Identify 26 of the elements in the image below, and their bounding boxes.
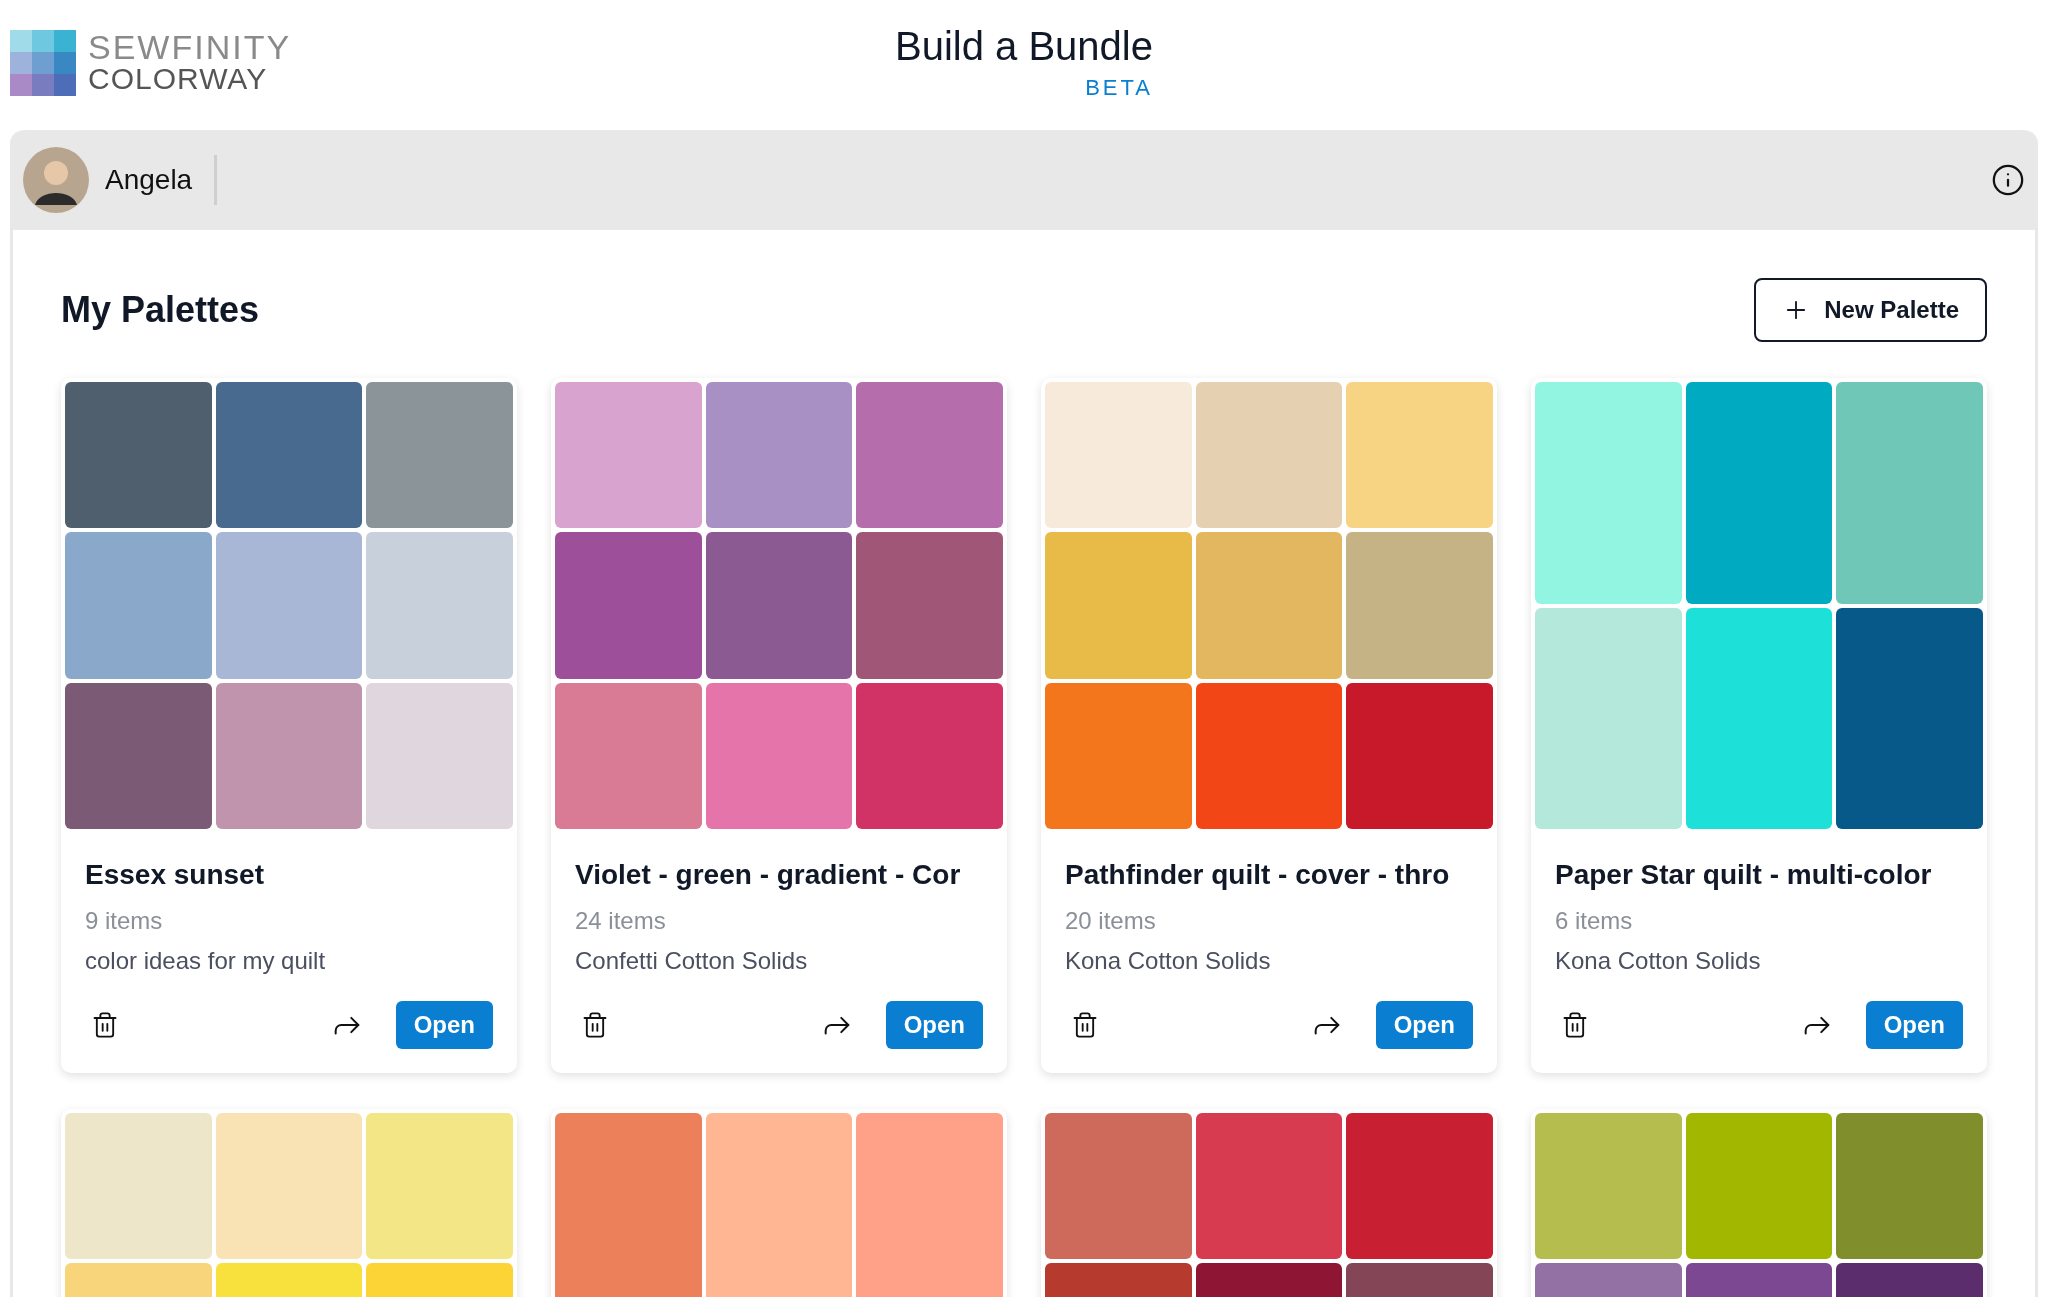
avatar-icon bbox=[23, 147, 89, 213]
item-count: 9 items bbox=[85, 907, 164, 935]
palette-name: Paper Star quilt - multi-color bbox=[1555, 859, 1933, 891]
palette-description: Confetti Cotton Solids bbox=[575, 947, 809, 975]
item-count: 6 items bbox=[1555, 907, 1634, 935]
logo-icon bbox=[10, 30, 76, 96]
page-title: Build a Bundle bbox=[895, 24, 1153, 69]
section-title: My Palettes bbox=[61, 289, 260, 331]
item-count: 24 items bbox=[575, 907, 667, 935]
palette-name: Essex sunset bbox=[85, 859, 265, 891]
open-button[interactable]: Open bbox=[1865, 1001, 1963, 1049]
palette-description: color ideas for my quilt bbox=[85, 947, 327, 975]
logo-text: SEWFINITY bbox=[88, 31, 292, 63]
palette-description: Kona Cotton Solids bbox=[1065, 947, 1272, 975]
user-name: Angela bbox=[105, 155, 218, 205]
info-icon[interactable] bbox=[1991, 163, 2025, 197]
open-button[interactable]: Open bbox=[1375, 1001, 1473, 1049]
palette-description: Kona Cotton Solids bbox=[1555, 947, 1762, 975]
open-button[interactable]: Open bbox=[395, 1001, 493, 1049]
item-count: 20 items bbox=[1065, 907, 1157, 935]
palette-name: Violet - green - gradient - Cor bbox=[575, 859, 962, 891]
open-button[interactable]: Open bbox=[885, 1001, 983, 1049]
beta-label: BETA bbox=[1085, 75, 1153, 101]
palette-name: Pathfinder quilt - cover - thro bbox=[1065, 859, 1451, 891]
new-palette-button[interactable]: New Palette bbox=[1754, 278, 1987, 342]
logo-text: COLORWAY bbox=[88, 63, 269, 95]
